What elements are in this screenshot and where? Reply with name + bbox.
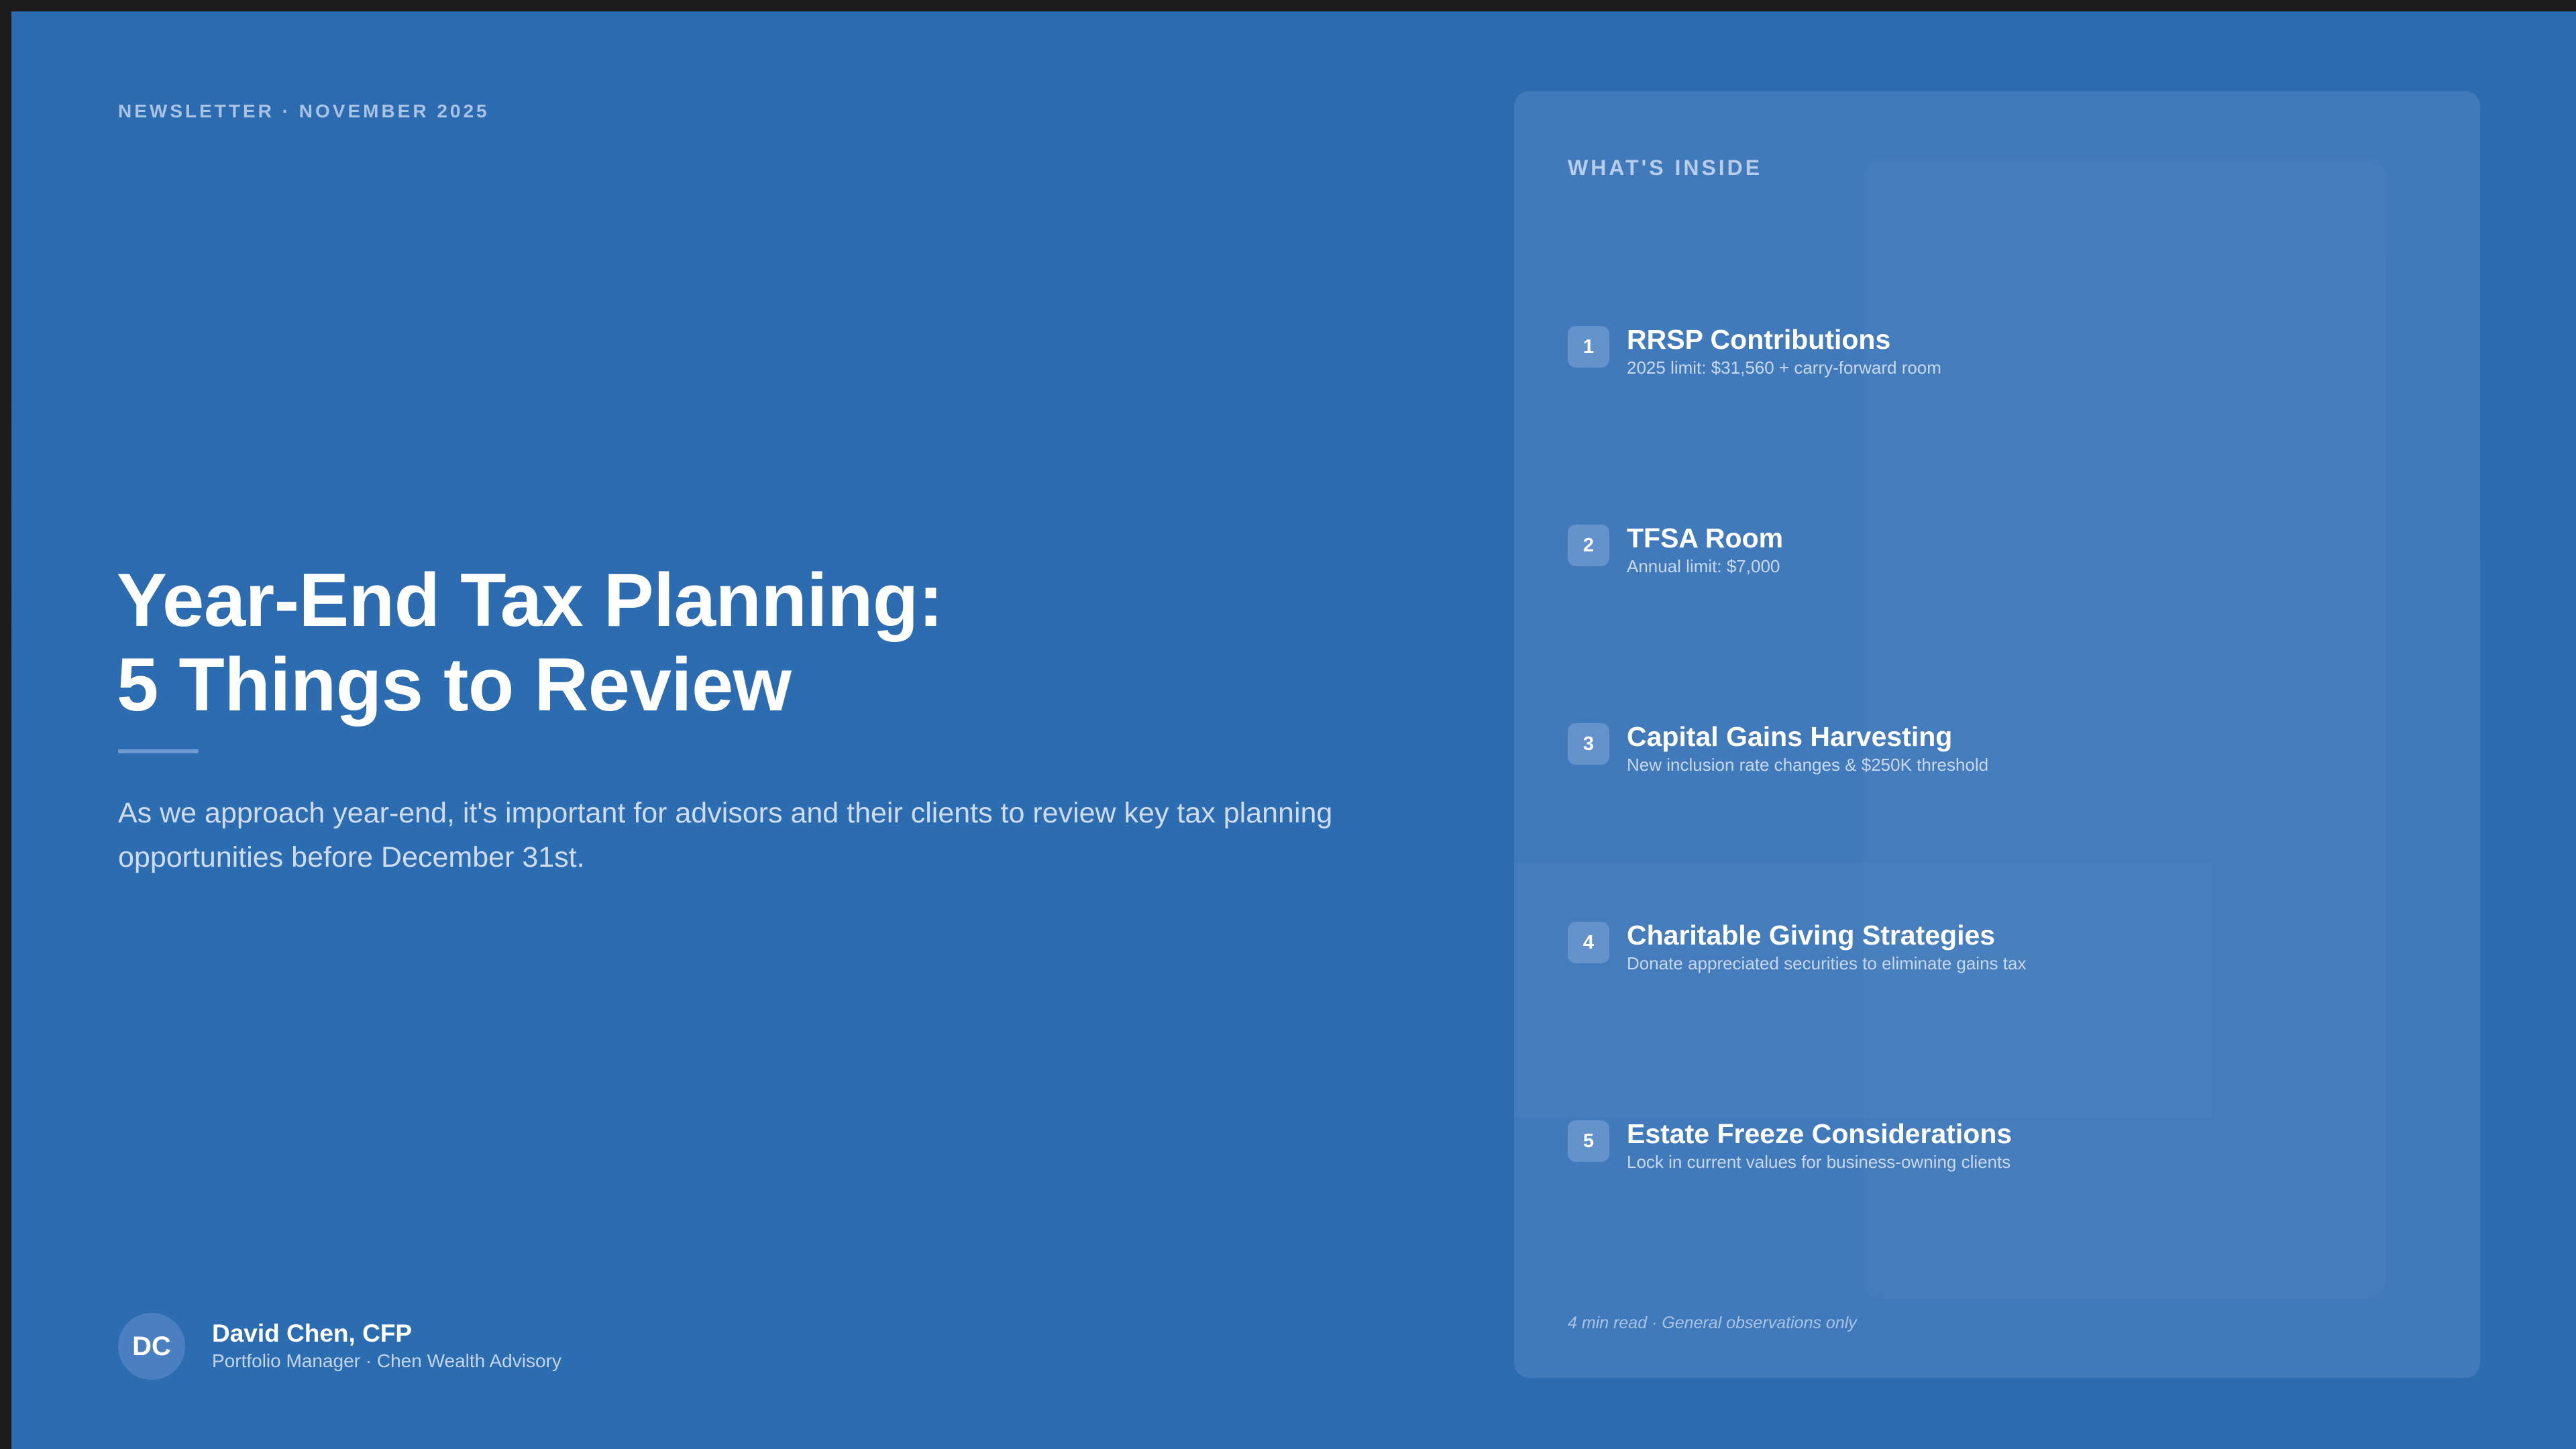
number-badge: 2	[1568, 525, 1609, 566]
number-badge: 3	[1568, 723, 1609, 765]
toc-item-subtitle: 2025 limit: $31,560 + carry-forward room	[1627, 358, 1941, 378]
author-info: David Chen, CFP Portfolio Manager · Chen…	[212, 1319, 561, 1374]
toc-item-title: RRSP Contributions	[1627, 324, 1891, 355]
read-time-footnote: 4 min read · General observations only	[1568, 1313, 1857, 1332]
toc-item-charitable-giving: 4 Charitable Giving Strategies Donate ap…	[1568, 919, 2440, 975]
headline-divider	[118, 749, 199, 753]
toc-item-subtitle: Lock in current values for business-owni…	[1627, 1152, 2011, 1172]
avatar: DC	[118, 1313, 185, 1380]
toc-item-capital-gains: 3 Capital Gains Harvesting New inclusion…	[1568, 720, 2440, 777]
toc-item-estate-freeze: 5 Estate Freeze Considerations Lock in c…	[1568, 1118, 2440, 1174]
whats-inside-panel: WHAT'S INSIDE 1 RRSP Contributions 2025 …	[1514, 91, 2480, 1378]
headline-line-2: 5 Things to Review	[117, 643, 792, 727]
author-block: DC David Chen, CFP Portfolio Manager · C…	[118, 1313, 561, 1380]
headline-line-1: Year-End Tax Planning:	[117, 558, 943, 642]
toc-item-title: Capital Gains Harvesting	[1627, 721, 1953, 752]
number-badge: 1	[1568, 326, 1609, 368]
panel-title: WHAT'S INSIDE	[1568, 156, 1763, 180]
toc-item-title: TFSA Room	[1627, 523, 1784, 553]
number-badge: 5	[1568, 1120, 1609, 1162]
newsletter-eyebrow: NEWSLETTER · NOVEMBER 2025	[118, 101, 490, 121]
toc-item-tfsa: 2 TFSA Room Annual limit: $7,000	[1568, 522, 2440, 578]
number-badge: 4	[1568, 922, 1609, 963]
panel-highlight	[1514, 863, 2212, 1118]
author-name: David Chen, CFP	[212, 1320, 413, 1347]
toc-item-subtitle: Annual limit: $7,000	[1627, 556, 1780, 576]
newsletter-slide: NEWSLETTER · NOVEMBER 2025 Year-End Tax …	[11, 11, 2576, 1449]
toc-item-title: Estate Freeze Considerations	[1627, 1118, 2012, 1149]
toc-item-subtitle: Donate appreciated securities to elimina…	[1627, 953, 2027, 973]
headline: Year-End Tax Planning: 5 Things to Revie…	[117, 558, 1324, 727]
author-role: Portfolio Manager · Chen Wealth Advisory	[212, 1350, 561, 1371]
intro-paragraph: As we approach year-end, it's important …	[118, 797, 1333, 873]
toc-item-subtitle: New inclusion rate changes & $250K thres…	[1627, 755, 1989, 775]
toc-item-title: Charitable Giving Strategies	[1627, 920, 1996, 951]
toc-item-rrsp: 1 RRSP Contributions 2025 limit: $31,560…	[1568, 323, 2440, 380]
